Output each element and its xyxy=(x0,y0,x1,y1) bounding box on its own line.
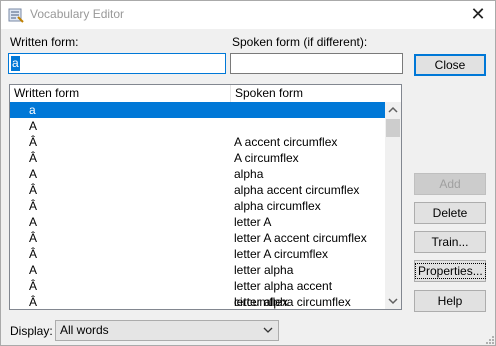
written-form-label: Written form: xyxy=(10,35,79,49)
spoken-form-cell: A accent circumflex xyxy=(234,135,338,149)
written-form-cell: A xyxy=(29,119,38,133)
display-select-value: All words xyxy=(60,323,109,337)
list-item[interactable]: A xyxy=(10,118,385,134)
vocabulary-list[interactable]: Written form Spoken form a A Â A accent … xyxy=(9,84,402,310)
close-button-label: Close xyxy=(434,58,466,72)
written-form-cell: Â xyxy=(29,279,38,293)
written-form-cell: a xyxy=(29,103,36,117)
properties-button[interactable]: Properties... xyxy=(414,260,486,282)
train-button[interactable]: Train... xyxy=(414,231,486,253)
spoken-form-cell: alpha circumflex xyxy=(234,199,321,213)
list-item[interactable]: A letter A xyxy=(10,214,385,230)
list-item[interactable]: A alpha xyxy=(10,166,385,182)
resize-grip-icon[interactable] xyxy=(485,335,495,345)
vocabulary-editor-icon xyxy=(8,8,24,23)
written-form-cell: A xyxy=(29,215,38,229)
list-item[interactable]: Â alpha circumflex xyxy=(10,198,385,214)
window-title: Vocabulary Editor xyxy=(30,7,125,21)
vocabulary-editor-window: Vocabulary Editor ✕ Written form: a Spok… xyxy=(0,0,496,346)
spoken-form-cell: letter A circumflex xyxy=(234,247,329,261)
written-form-cell: Â xyxy=(29,231,38,245)
spoken-form-cell: letter alpha xyxy=(234,263,294,277)
scroll-up-icon[interactable] xyxy=(385,102,401,118)
display-select[interactable]: All words xyxy=(55,320,279,341)
column-header-written-form[interactable]: Written form xyxy=(10,85,231,102)
list-item[interactable]: Â letter alpha accent circumflex xyxy=(10,278,385,309)
written-form-input[interactable]: a xyxy=(8,53,226,74)
list-item[interactable]: Â letter A accent circumflex xyxy=(10,230,385,246)
properties-button-label: Properties... xyxy=(415,263,486,279)
help-button-label: Help xyxy=(437,294,463,308)
scrollbar-thumb[interactable] xyxy=(386,119,400,137)
chevron-down-icon xyxy=(263,327,273,333)
list-item[interactable]: Â letter alpha circumflex xyxy=(10,294,385,309)
delete-button-label: Delete xyxy=(432,206,468,220)
close-button[interactable]: Close xyxy=(414,54,486,76)
spoken-form-cell: letter A accent circumflex xyxy=(234,231,367,245)
spoken-form-label: Spoken form (if different): xyxy=(232,35,368,49)
list-header: Written form Spoken form xyxy=(10,85,401,103)
spoken-form-cell: letter alpha circumflex xyxy=(234,295,351,309)
spoken-form-cell: A circumflex xyxy=(234,151,299,165)
written-form-cell: Â xyxy=(29,151,38,165)
spoken-form-input[interactable] xyxy=(230,53,403,74)
list-item[interactable]: a xyxy=(10,102,385,118)
spoken-form-cell: letter A xyxy=(234,215,272,229)
list-scrollbar[interactable] xyxy=(385,102,401,309)
spoken-form-cell: alpha xyxy=(234,167,264,181)
list-item[interactable]: Â letter A circumflex xyxy=(10,246,385,262)
written-form-cell: Â xyxy=(29,183,38,197)
scroll-down-icon[interactable] xyxy=(385,293,401,309)
written-form-cell: Â xyxy=(29,295,38,309)
list-item[interactable]: Â A accent circumflex xyxy=(10,134,385,150)
written-form-value: a xyxy=(11,56,20,71)
list-item[interactable]: Â alpha accent circumflex xyxy=(10,182,385,198)
add-button-label: Add xyxy=(439,177,461,191)
delete-button[interactable]: Delete xyxy=(414,202,486,224)
written-form-cell: Â xyxy=(29,199,38,213)
written-form-cell: A xyxy=(29,263,38,277)
title-bar: Vocabulary Editor ✕ xyxy=(1,1,495,29)
written-form-cell: Â xyxy=(29,135,38,149)
help-button[interactable]: Help xyxy=(414,290,486,312)
list-item[interactable]: Â A circumflex xyxy=(10,150,385,166)
add-button[interactable]: Add xyxy=(414,173,486,195)
written-form-cell: Â xyxy=(29,247,38,261)
list-item[interactable]: A letter alpha xyxy=(10,262,385,278)
spoken-form-cell: alpha accent circumflex xyxy=(234,183,360,197)
written-form-cell: A xyxy=(29,167,38,181)
train-button-label: Train... xyxy=(431,235,469,249)
spoken-form-field[interactable] xyxy=(231,54,402,73)
column-header-spoken-form[interactable]: Spoken form xyxy=(231,85,401,102)
close-icon[interactable]: ✕ xyxy=(461,1,495,29)
display-label: Display: xyxy=(10,324,53,338)
